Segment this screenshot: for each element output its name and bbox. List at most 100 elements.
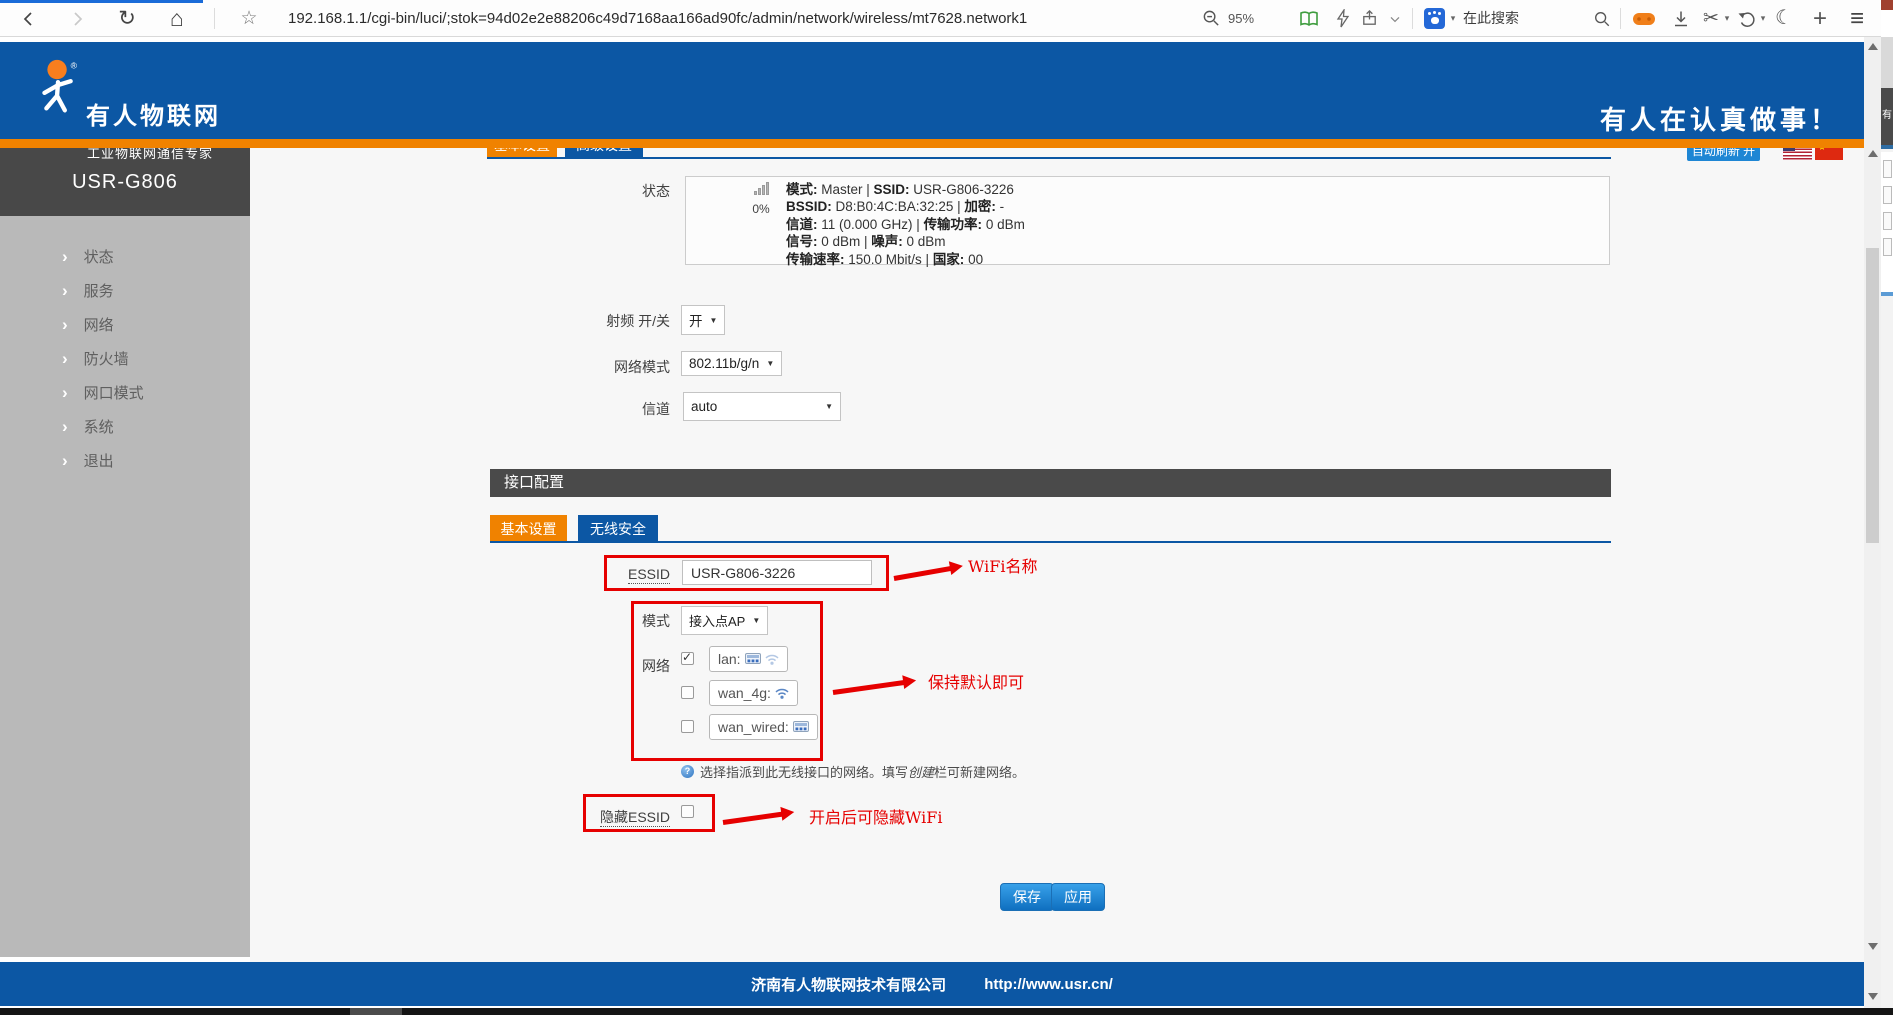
reading-mode-icon[interactable] — [1294, 0, 1324, 37]
tab-loading-indicator — [0, 0, 203, 3]
svg-text:®: ® — [71, 61, 78, 71]
sidebar-item-防火墙[interactable]: ›防火墙 — [0, 342, 250, 376]
annotation-wifi-name: WiFi名称 — [968, 553, 1038, 577]
scissors-caret-icon[interactable]: ▾ — [1722, 0, 1732, 37]
back-icon[interactable] — [12, 0, 46, 37]
sidebar-item-状态[interactable]: ›状态 — [0, 240, 250, 274]
network-mode-label: 网络模式 — [540, 357, 670, 377]
scroll-up-icon[interactable] — [1868, 150, 1878, 157]
annotation-box-hide-essid — [583, 794, 715, 832]
status-line: BSSID: D8:B0:4C:BA:32:25 | 加密: - — [786, 198, 1025, 215]
status-line: 信号: 0 dBm | 噪声: 0 dBm — [786, 233, 1025, 250]
site-footer: 济南有人物联网技术有限公司 http://www.usr.cn/ — [0, 962, 1864, 1006]
zoom-out-icon[interactable] — [1198, 0, 1224, 37]
signal-percent: 0% — [746, 202, 776, 216]
status-label: 状态 — [540, 181, 670, 201]
annotation-keep-default: 保持默认即可 — [928, 669, 1024, 693]
status-line: 传输速率: 150.0 Mbit/s | 国家: 00 — [786, 251, 1025, 268]
save-button[interactable]: 保存 — [1000, 883, 1054, 911]
address-bar[interactable]: 192.168.1.1/cgi-bin/luci/;stok=94d02e2e8… — [288, 0, 1027, 37]
scroll-down-icon[interactable] — [1868, 993, 1878, 1000]
channel-value: auto — [691, 399, 717, 414]
sidebar-item-网口模式[interactable]: › 网口模式 — [0, 376, 250, 410]
flash-icon[interactable] — [1330, 0, 1356, 37]
help-text: 选择指派到此无线接口的网络。填写创建栏可新建网络。 — [700, 762, 1025, 781]
section-title: 接口配置 — [490, 469, 1611, 497]
sidebar-item-系统[interactable]: › 系统 — [0, 410, 250, 444]
brand-name: 有人物联网 — [86, 96, 221, 131]
annotation-box-network — [631, 601, 823, 761]
divider — [1412, 8, 1413, 29]
download-icon[interactable] — [1666, 0, 1696, 37]
forward-icon[interactable] — [60, 0, 94, 37]
zoom-level[interactable]: 95% — [1228, 0, 1254, 37]
chevron-right-icon: › — [62, 349, 68, 368]
window-bottom-edge — [0, 1008, 1893, 1015]
tab-underline — [487, 157, 1611, 159]
page-search-icon[interactable] — [1588, 0, 1616, 37]
browser-toolbar: ↻ ⌂ ☆ 192.168.1.1/cgi-bin/luci/;stok=94d… — [0, 0, 1881, 37]
footer-company: 济南有人物联网技术有限公司 — [751, 974, 946, 995]
screen: ↻ ⌂ ☆ 192.168.1.1/cgi-bin/luci/;stok=94d… — [0, 0, 1893, 1015]
divider — [1620, 8, 1621, 29]
chevron-right-icon: › — [62, 315, 68, 334]
night-mode-icon[interactable]: ☾ — [1770, 0, 1798, 37]
divider — [214, 8, 215, 29]
page-scrollbar[interactable] — [1864, 37, 1881, 1008]
sidebar-item-label: 状态 — [84, 249, 114, 266]
games-icon[interactable] — [1628, 0, 1660, 37]
network-mode-select[interactable]: 802.11b/g/n▼ — [681, 351, 782, 376]
sidebar-item-网络[interactable]: › 网络 — [0, 308, 250, 342]
radio-onoff-value: 开 — [689, 310, 703, 330]
paw-dropdown-caret-icon[interactable]: ▾ — [1447, 0, 1459, 37]
search-input[interactable]: 在此搜索 — [1463, 0, 1519, 37]
new-tab-plus-icon[interactable]: + — [1806, 0, 1834, 37]
share-icon[interactable] — [1356, 0, 1382, 37]
sidebar-item-label: 系统 — [84, 419, 114, 436]
favorite-star-icon[interactable]: ☆ — [232, 0, 266, 37]
refresh-icon[interactable]: ↻ — [110, 0, 144, 37]
screenshot-scissors-icon[interactable]: ✂ — [1698, 0, 1724, 37]
chevron-right-icon: › — [62, 451, 68, 470]
chevron-right-icon: › — [62, 417, 68, 436]
sidebar-item-label: 网口模式 — [84, 385, 144, 402]
paw-logo-icon[interactable] — [1424, 8, 1445, 29]
tab-basic-settings[interactable]: 基本设置 — [490, 515, 567, 543]
sidebar-item-label: 退出 — [84, 453, 114, 470]
caret-down-icon: ▼ — [766, 359, 774, 368]
status-line: 模式: Master | SSID: USR-G806-3226 — [786, 181, 1025, 198]
undo-caret-icon[interactable]: ▾ — [1758, 0, 1768, 37]
site-header: ® 有人物联网 工业物联网通信专家 有人在认真做事！ 自动刷新 开 ★ — [0, 42, 1864, 139]
menu-icon[interactable]: ≡ — [1842, 0, 1872, 37]
signal-bars-icon — [754, 182, 769, 195]
footer-website-link[interactable]: http://www.usr.cn/ — [984, 976, 1113, 993]
wireless-status-lines: 模式: Master | SSID: USR-G806-3226BSSID: D… — [786, 181, 1025, 268]
channel-select[interactable]: auto ▼ — [683, 392, 841, 421]
tab-underline — [490, 541, 1611, 543]
annotation-hide-wifi: 开启后可隐藏WiFi — [809, 804, 943, 828]
chevron-down-icon[interactable] — [1382, 0, 1408, 37]
help-icon: ? — [681, 765, 694, 778]
annotation-box-essid — [604, 555, 889, 591]
chevron-right-icon: › — [62, 383, 68, 402]
network-help: ? 选择指派到此无线接口的网络。填写创建栏可新建网络。 — [681, 762, 1025, 781]
sidebar-item-服务[interactable]: › 服务 — [0, 274, 250, 308]
radio-onoff-select[interactable]: 开▼ — [681, 305, 725, 335]
sidebar-item-退出[interactable]: › 退出 — [0, 444, 250, 478]
scroll-down-icon[interactable] — [1868, 943, 1878, 950]
chevron-right-icon: › — [62, 281, 68, 300]
scrollbar-thumb[interactable] — [1866, 248, 1879, 543]
background-window-sliver: 有 — [1881, 0, 1893, 1015]
home-icon[interactable]: ⌂ — [160, 0, 194, 37]
sidebar-item-label: 服务 — [84, 283, 114, 300]
caret-down-icon: ▼ — [825, 402, 833, 411]
signal-indicator: 0% — [746, 182, 776, 216]
sidebar-menu: ›状态›服务›网络›防火墙›网口模式›系统›退出 — [0, 240, 250, 478]
tab-wireless-security[interactable]: 无线安全 — [578, 515, 658, 543]
undo-icon[interactable] — [1734, 0, 1760, 37]
scroll-up-icon[interactable] — [1868, 43, 1878, 50]
usr-logo-icon: ® — [28, 56, 90, 120]
sidebar-item-label: 网络 — [84, 317, 114, 334]
channel-label: 信道 — [540, 399, 670, 419]
apply-button[interactable]: 应用 — [1051, 883, 1105, 911]
